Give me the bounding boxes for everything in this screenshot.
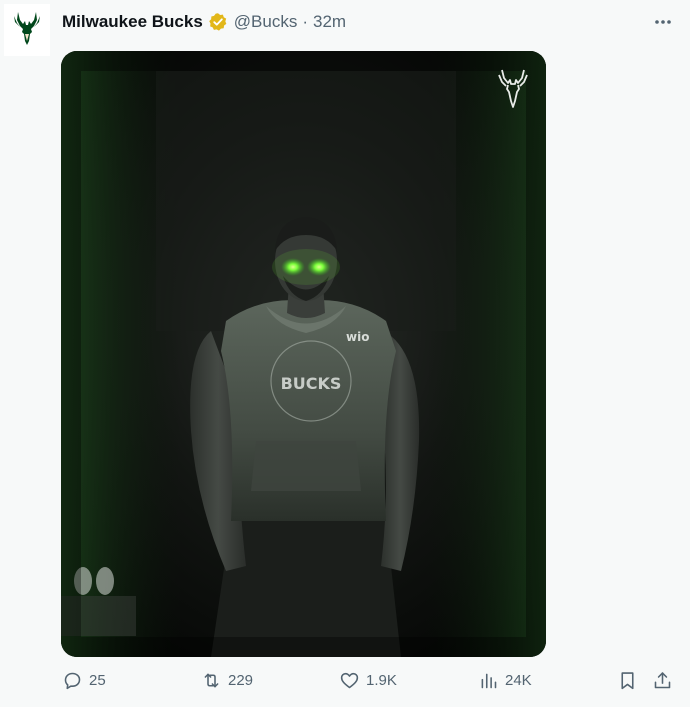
heart-icon	[340, 672, 359, 689]
player-photo: BUCKS wio	[61, 51, 546, 657]
separator-dot: ·	[302, 12, 309, 31]
timestamp[interactable]: 32m	[313, 12, 346, 32]
reply-icon	[64, 672, 81, 690]
share-button[interactable]	[652, 670, 673, 691]
more-options-icon	[655, 20, 671, 24]
more-options-button[interactable]	[652, 14, 674, 30]
reply-button[interactable]: 25	[62, 670, 106, 691]
jersey-text: BUCKS	[281, 374, 342, 393]
views-button[interactable]: 24K	[478, 670, 532, 691]
author-name[interactable]: Milwaukee Bucks	[62, 12, 203, 32]
like-button[interactable]: 1.9K	[339, 670, 397, 691]
deer-watermark-icon	[498, 69, 528, 108]
bookmark-button[interactable]	[617, 670, 638, 691]
deer-logo-icon	[14, 12, 40, 45]
views-chart-icon	[481, 673, 497, 689]
verified-badge-icon	[208, 12, 228, 32]
tweet-media-image[interactable]: BUCKS wio	[61, 51, 546, 657]
repost-button[interactable]: 229	[201, 670, 253, 691]
reply-count: 25	[89, 672, 106, 689]
view-count: 24K	[505, 672, 532, 689]
bookmark-icon	[621, 672, 634, 690]
avatar[interactable]	[4, 4, 50, 56]
tweet-card: Milwaukee Bucks @Bucks · 32m BUCKS wio 2…	[0, 0, 690, 707]
tweet-action-bar: 25 229 1.9K 24K	[0, 670, 690, 700]
sponsor-patch-text: wio	[346, 330, 369, 344]
repost-icon	[204, 673, 219, 688]
repost-count: 229	[228, 672, 254, 689]
share-icon	[654, 672, 671, 689]
like-count: 1.9K	[366, 672, 397, 689]
tweet-header: Milwaukee Bucks @Bucks · 32m	[62, 10, 346, 34]
author-handle[interactable]: @Bucks	[234, 12, 298, 32]
